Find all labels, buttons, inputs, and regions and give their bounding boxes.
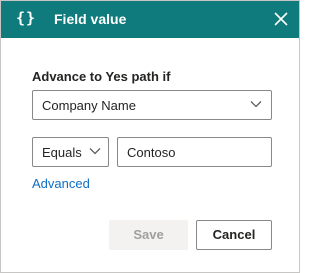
value-input[interactable]: Contoso (117, 137, 272, 167)
condition-label: Advance to Yes path if (32, 69, 171, 84)
close-icon[interactable] (272, 10, 290, 28)
advanced-link[interactable]: Advanced (32, 176, 90, 191)
value-input-text: Contoso (127, 145, 176, 160)
operator-select-value: Equals (42, 145, 82, 160)
cancel-button[interactable]: Cancel (196, 220, 272, 250)
save-button[interactable]: Save (109, 220, 188, 250)
braces-icon: {} (16, 9, 37, 27)
chevron-down-icon (89, 148, 101, 155)
field-select-value: Company Name (42, 98, 136, 113)
dialog-header: {} Field value (1, 1, 299, 38)
field-select[interactable]: Company Name (32, 90, 272, 120)
operator-select[interactable]: Equals (32, 137, 109, 167)
dialog-title: Field value (54, 11, 127, 27)
chevron-down-icon (250, 101, 262, 108)
field-value-dialog: {} Field value Advance to Yes path if Co… (0, 0, 300, 273)
